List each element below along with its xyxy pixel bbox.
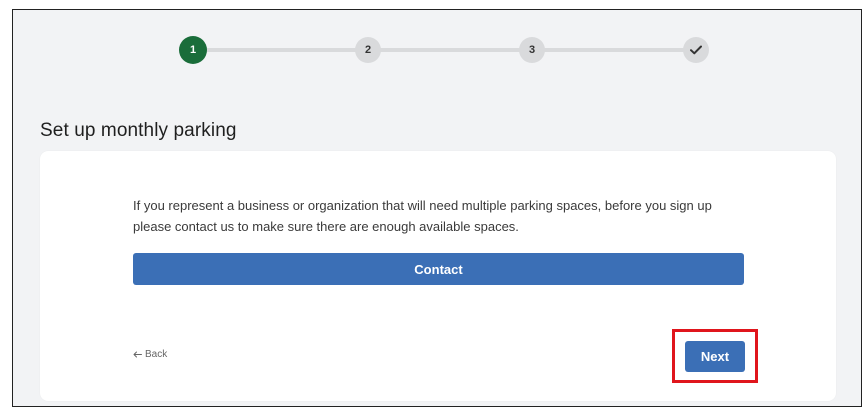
stepper-connector — [527, 48, 693, 52]
content-card: If you represent a business or organizat… — [40, 151, 836, 401]
info-text: If you represent a business or organizat… — [133, 198, 712, 234]
step-3: 3 — [519, 37, 545, 63]
back-link[interactable]: Back — [133, 349, 167, 360]
step-complete — [683, 37, 709, 63]
back-label: Back — [145, 349, 168, 360]
step-1: 1 — [179, 36, 207, 64]
contact-button[interactable]: Contact — [133, 253, 744, 285]
progress-stepper: 1 2 3 — [179, 35, 709, 65]
page-title: Set up monthly parking — [40, 120, 237, 141]
app-frame: 1 2 3 Set up monthly parking If you repr… — [12, 9, 862, 407]
stepper-connector — [193, 48, 359, 52]
checkmark-icon — [690, 45, 702, 55]
stepper-connector — [367, 48, 533, 52]
next-button[interactable]: Next — [685, 341, 745, 372]
arrow-left-icon — [133, 351, 142, 358]
step-2: 2 — [355, 37, 381, 63]
